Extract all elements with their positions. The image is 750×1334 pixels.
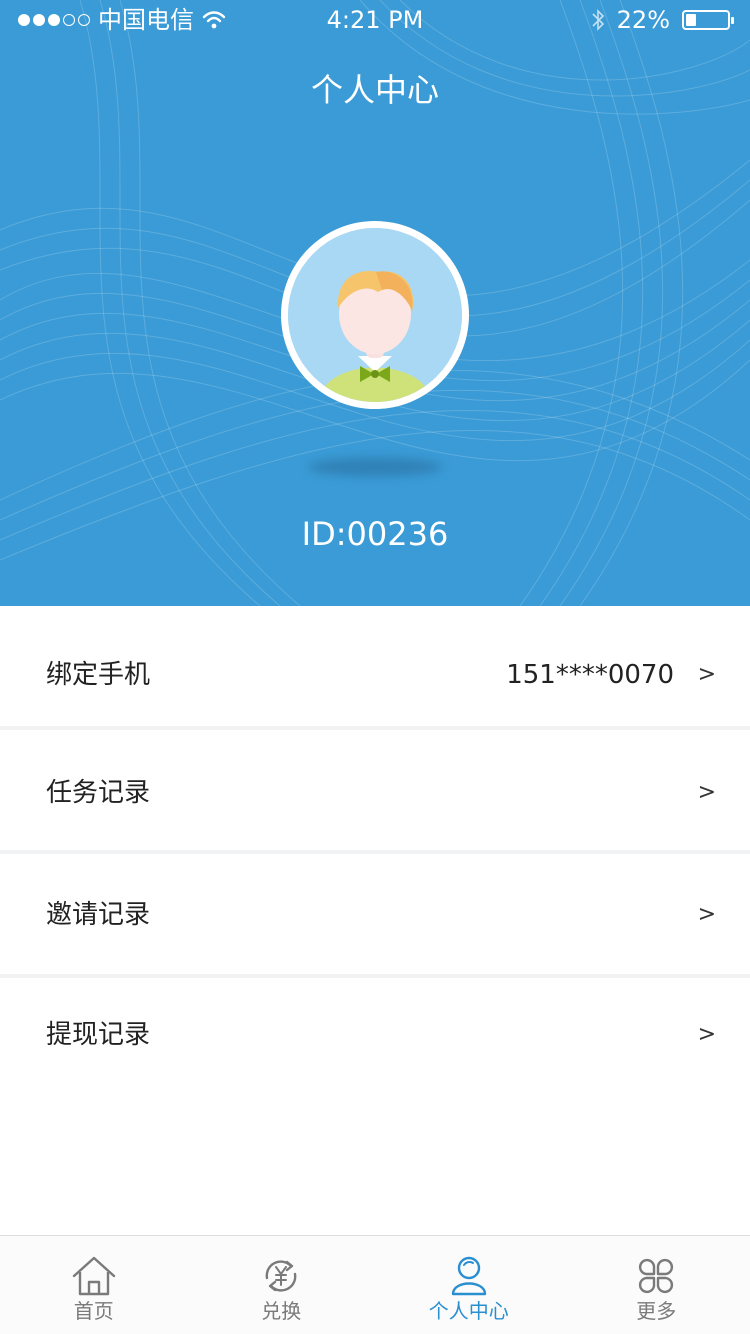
chevron-right-icon: >: [697, 902, 716, 927]
home-icon: [72, 1256, 115, 1296]
list-item-label: 提现记录: [46, 1020, 151, 1050]
bottom-tab-bar: 首页 兑换 个人中心 更多: [0, 1235, 750, 1334]
avatar-shadow: [308, 458, 442, 476]
user-icon: [451, 1256, 486, 1296]
tab-label: 首页: [73, 1299, 114, 1323]
tab-more[interactable]: 更多: [563, 1236, 750, 1334]
chevron-right-icon: >: [697, 1022, 716, 1047]
battery-icon: [682, 10, 734, 30]
tab-home[interactable]: 首页: [0, 1236, 188, 1334]
tab-exchange[interactable]: 兑换: [188, 1236, 376, 1334]
list-item-withdraw-records[interactable]: 提现记录 >: [0, 978, 750, 1102]
page-title: 个人中心: [310, 71, 439, 109]
exchange-icon: [265, 1260, 297, 1292]
list-item-bind-phone[interactable]: 绑定手机 151****0070 >: [0, 606, 750, 730]
avatar-illustration: [288, 228, 462, 402]
tab-label: 更多: [636, 1299, 677, 1323]
tab-profile[interactable]: 个人中心: [375, 1236, 563, 1334]
more-icon: [639, 1258, 674, 1294]
avatar[interactable]: [281, 221, 469, 409]
profile-header: 中国电信 4:21 PM 22% 个人中心 ID:00236: [0, 0, 750, 606]
status-bar: 中国电信 4:21 PM 22%: [0, 0, 750, 40]
user-id: ID:00236: [301, 515, 449, 553]
list-item-label: 邀请记录: [46, 900, 151, 930]
tab-label: 个人中心: [428, 1299, 509, 1323]
list-item-invite-records[interactable]: 邀请记录 >: [0, 854, 750, 978]
list-item-label: 绑定手机: [46, 660, 151, 690]
tab-label: 兑换: [261, 1299, 302, 1323]
chevron-right-icon: >: [697, 780, 716, 805]
list-item-task-records[interactable]: 任务记录 >: [0, 730, 750, 854]
list-item-label: 任务记录: [46, 778, 151, 808]
phone-number-value: 151****0070: [506, 660, 674, 690]
battery-percentage: 22%: [616, 6, 670, 34]
settings-list: 绑定手机 151****0070 > 任务记录 > 邀请记录 > 提现记录 >: [0, 606, 750, 1102]
bluetooth-icon: [592, 9, 604, 31]
chevron-right-icon: >: [697, 662, 716, 687]
